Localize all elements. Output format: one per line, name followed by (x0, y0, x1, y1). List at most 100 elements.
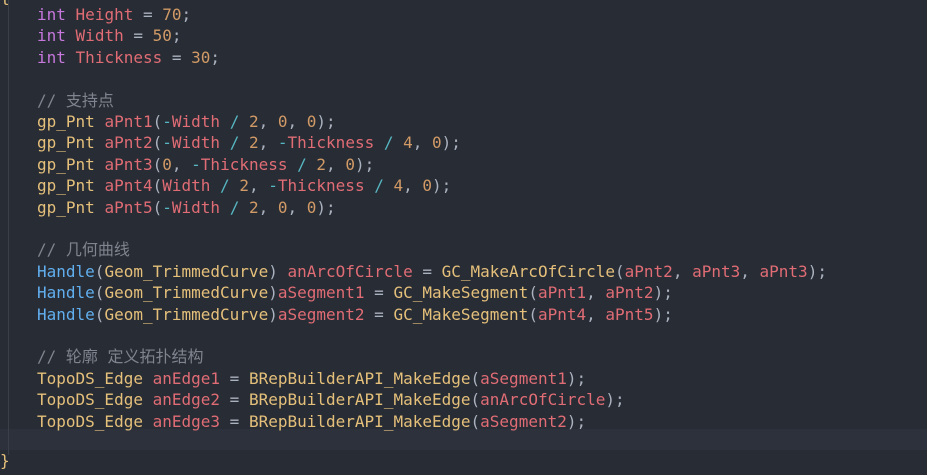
code-token: / (220, 197, 249, 217)
code-token: ; (210, 47, 221, 67)
code-token: Geom_TrimmedCurve (104, 261, 269, 281)
code-token: ); (441, 133, 461, 153)
code-token: ); (653, 304, 673, 324)
code-token: Thickness (287, 133, 375, 153)
code-token: aPnt3 (692, 261, 741, 281)
code-token: , (326, 154, 346, 174)
code-token: = (162, 47, 192, 67)
code-token: Width (171, 112, 221, 131)
code-token: Thickness (277, 176, 365, 196)
code-token: aPnt3 (104, 154, 153, 174)
code-token: 30 (191, 47, 211, 67)
code-token: aPnt2 (605, 283, 654, 303)
code-token: aPnt5 (605, 304, 654, 324)
code-token: gp_Pnt (37, 176, 95, 196)
code-line[interactable]: int Height = 70; (37, 4, 191, 25)
code-token: = (412, 261, 442, 281)
code-line[interactable]: // 轮廓 定义拓扑结构 (37, 346, 204, 367)
code-line[interactable]: Handle(Geom_TrimmedCurve)aSegment1 = GC_… (37, 282, 673, 303)
code-line[interactable]: gp_Pnt aPnt3(0, -Thickness / 2, 0); (37, 154, 374, 175)
code-token: GC_MakeArcOfCircle (441, 261, 615, 281)
code-token: 2 (248, 133, 259, 153)
code-token: aPnt4 (537, 304, 587, 324)
code-line[interactable]: int Thickness = 30; (37, 47, 220, 68)
code-line[interactable]: // 几何曲线 (37, 239, 130, 260)
code-token: , (412, 133, 433, 153)
code-token: = (123, 26, 153, 46)
code-line[interactable]: gp_Pnt aPnt2(-Width / 2, -Thickness / 4,… (37, 132, 461, 153)
code-token: ( (152, 112, 163, 131)
code-line[interactable]: TopoDS_Edge anEdge1 = BRepBuilderAPI_Mak… (37, 368, 586, 389)
code-token: ); (354, 154, 375, 174)
code-token: aPnt3 (759, 261, 808, 281)
code-line[interactable]: Handle(Geom_TrimmedCurve) anArcOfCircle … (37, 261, 827, 282)
code-token: , (258, 133, 278, 153)
code-line[interactable]: gp_Pnt aPnt1(-Width / 2, 0, 0); (37, 111, 336, 132)
code-token: , (586, 304, 606, 324)
code-token: // 支持点 (37, 90, 114, 110)
code-token: ( (615, 261, 625, 281)
code-token: ( (94, 304, 105, 324)
code-token: ( (470, 411, 481, 431)
code-line[interactable]: TopoDS_Edge anEdge3 = BRepBuilderAPI_Mak… (37, 411, 586, 432)
code-token: , (287, 197, 307, 217)
code-token: 0 (277, 197, 288, 217)
code-token: 2 (316, 154, 327, 174)
code-token: ); (566, 368, 587, 388)
code-token: ); (605, 390, 625, 410)
code-token: 70 (162, 5, 182, 24)
code-token: aSegment2 (480, 411, 567, 431)
code-token: Height (75, 5, 134, 24)
code-token: aSegment1 (277, 283, 365, 303)
code-token: , (258, 112, 278, 131)
code-token: Geom_TrimmedCurve (104, 283, 269, 303)
code-token: ( (470, 368, 481, 388)
code-line[interactable]: gp_Pnt aPnt5(-Width / 2, 0, 0); (37, 197, 336, 218)
code-token: aPnt1 (104, 112, 153, 131)
code-token: - (162, 197, 172, 217)
code-line[interactable]: TopoDS_Edge anEdge2 = BRepBuilderAPI_Mak… (37, 389, 625, 410)
code-token: ) (268, 304, 278, 324)
code-token: - (268, 176, 278, 196)
code-token: ; (171, 26, 182, 46)
code-token: Geom_TrimmedCurve (104, 304, 269, 324)
code-token: ); (653, 283, 673, 303)
code-token: Width (171, 197, 221, 217)
code-token: 0 (162, 154, 172, 174)
code-token: ( (528, 304, 538, 324)
code-token: ); (316, 197, 336, 217)
code-token: GC_MakeSegment (393, 304, 529, 324)
code-token: , (248, 176, 269, 196)
code-token: = (364, 283, 394, 303)
code-editor[interactable]: { int Height = 70;int Width = 50;int Thi… (0, 0, 927, 475)
code-line[interactable]: // 支持点 (37, 90, 114, 111)
code-line[interactable]: gp_Pnt aPnt4(Width / 2, -Thickness / 4, … (37, 175, 451, 196)
code-token: gp_Pnt (37, 112, 95, 131)
code-token: 0 (432, 133, 442, 153)
code-token: gp_Pnt (37, 133, 95, 153)
code-token: Handle (37, 261, 95, 281)
code-token: 0 (306, 197, 317, 217)
code-token: Thickness (75, 47, 163, 67)
code-token: = (220, 390, 249, 410)
code-token: Handle (37, 283, 95, 303)
code-token: Width (75, 26, 124, 46)
code-token: anEdge1 (152, 368, 221, 388)
code-token: = (220, 411, 249, 431)
code-token: 4 (403, 133, 413, 153)
code-line[interactable]: int Width = 50; (37, 25, 182, 46)
code-token: anEdge2 (152, 390, 221, 410)
code-token: gp_Pnt (37, 154, 95, 174)
code-token: , (287, 112, 307, 131)
code-line[interactable]: Handle(Geom_TrimmedCurve)aSegment2 = GC_… (37, 304, 673, 325)
code-token: 2 (248, 197, 259, 217)
code-token: 50 (152, 26, 172, 46)
